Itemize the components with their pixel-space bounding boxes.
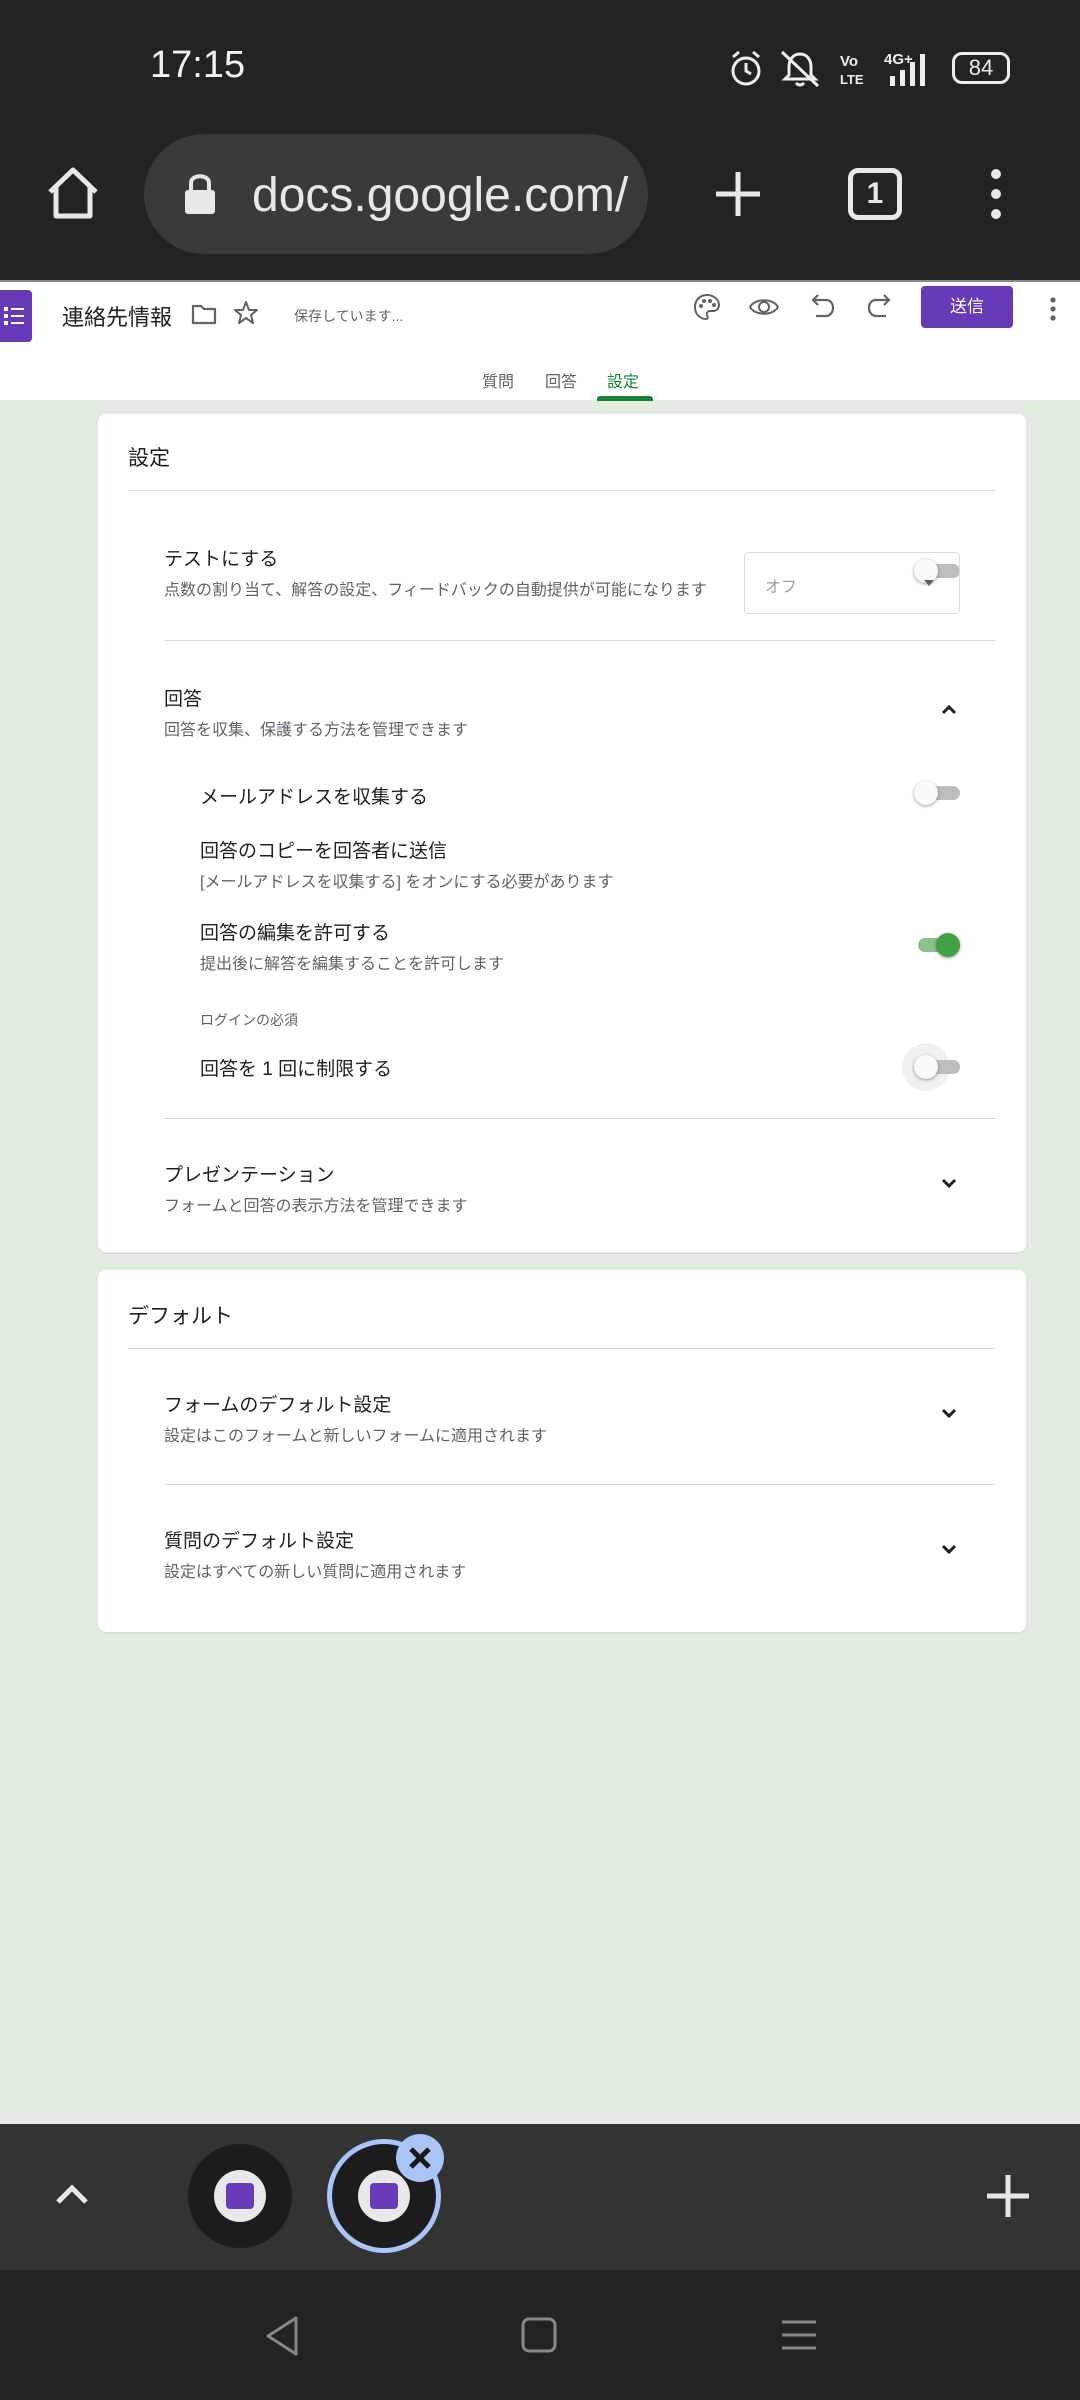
tab-switcher-button[interactable]: 1: [848, 168, 902, 220]
settings-card-title: 設定: [128, 447, 170, 470]
close-tab-button[interactable]: [396, 2134, 444, 2182]
alarm-icon: [731, 50, 761, 86]
responses-description: 回答を収集、保護する方法を管理できます: [164, 722, 469, 739]
forms-logo[interactable]: [0, 290, 32, 342]
allow-edit-toggle[interactable]: [914, 930, 960, 960]
allow-edit-label: 回答の編集を許可する: [200, 923, 391, 944]
palette-icon[interactable]: [692, 292, 722, 322]
quiz-description: 点数の割り当て、解答の設定、フィードバックの自動提供が可能になります: [164, 582, 707, 599]
chevron-down-icon[interactable]: [934, 1168, 964, 1198]
redo-icon[interactable]: [866, 294, 894, 320]
form-defaults-label: フォームのデフォルト設定: [164, 1395, 392, 1416]
responses-label: 回答: [164, 689, 203, 710]
tab-settings[interactable]: 設定: [607, 368, 639, 392]
forms-icon: [226, 2183, 254, 2209]
defaults-card: デフォルト フォームのデフォルト設定 設定はこのフォームと新しいフォームに適用さ…: [98, 1270, 1026, 1632]
chevron-down-icon[interactable]: [934, 1534, 964, 1564]
defaults-card-title: デフォルト: [128, 1305, 233, 1328]
forms-list-icon: [4, 307, 24, 325]
allow-edit-description: 提出後に解答を編集することを許可します: [200, 956, 505, 973]
tab-thumbnail[interactable]: [188, 2144, 292, 2248]
signal-4g-icon: 4G+: [884, 51, 925, 86]
divider: [128, 1348, 996, 1349]
undo-icon[interactable]: [808, 294, 836, 320]
dropdown-arrow-icon: [924, 580, 934, 586]
send-copy-label: 回答のコピーを回答者に送信: [200, 841, 448, 862]
question-defaults-description: 設定はすべての新しい質問に適用されます: [164, 1564, 467, 1581]
form-defaults-description: 設定はこのフォームと新しいフォームに適用されます: [164, 1428, 548, 1445]
svg-text:Vo: Vo: [840, 53, 858, 70]
send-button[interactable]: 送信: [921, 286, 1013, 328]
recents-menu-icon[interactable]: [778, 2314, 820, 2356]
tab-strip: [0, 2124, 1080, 2270]
question-defaults-label: 質問のデフォルト設定: [164, 1531, 355, 1552]
send-copy-description: [メールアドレスを収集する] をオンにする必要があります: [200, 874, 614, 891]
save-status: 保存しています...: [294, 308, 404, 324]
home-icon[interactable]: [44, 164, 102, 222]
lock-icon: [185, 174, 215, 214]
address-bar[interactable]: docs.google.com/: [144, 134, 648, 254]
presentation-label: プレゼンテーション: [164, 1165, 335, 1186]
status-time: 17:15: [150, 44, 246, 86]
collect-email-label: メールアドレスを収集する: [200, 787, 429, 808]
muted-bell-icon: [780, 50, 820, 88]
tab-questions[interactable]: 質問: [482, 368, 514, 392]
send-copy-select[interactable]: オフ: [744, 552, 960, 614]
volte-icon: Vo LTE: [840, 53, 864, 87]
svg-text:LTE: LTE: [840, 72, 864, 87]
divider: [164, 640, 996, 641]
more-options-icon[interactable]: [1046, 296, 1060, 322]
add-tab-icon[interactable]: [984, 2172, 1032, 2220]
send-copy-value: オフ: [765, 579, 798, 596]
svg-text:4G+: 4G+: [884, 51, 913, 68]
limit-one-toggle[interactable]: [902, 1043, 960, 1091]
battery-indicator: 84: [952, 52, 1010, 84]
close-icon: [409, 2147, 431, 2169]
home-nav-icon[interactable]: [518, 2314, 560, 2356]
collect-email-toggle[interactable]: [914, 778, 960, 808]
url-text: docs.google.com/: [252, 169, 629, 222]
chevron-up-icon[interactable]: [934, 694, 964, 724]
browser-chrome: 17:15 Vo LTE 4G+ 84 docs.google.com/ 1: [0, 0, 1080, 280]
divider: [128, 490, 996, 491]
settings-card: 設定 テストにする 点数の割り当て、解答の設定、フィードバックの自動提供が可能に…: [98, 414, 1026, 1252]
limit-one-label: 回答を 1 回に制限する: [200, 1059, 393, 1080]
forms-header: 連絡先情報 保存しています... 送信 質問 回答 設定: [0, 280, 1080, 401]
chevron-up-icon[interactable]: [50, 2172, 94, 2216]
preview-eye-icon[interactable]: [748, 294, 780, 320]
presentation-description: フォームと回答の表示方法を管理できます: [164, 1198, 468, 1215]
back-icon[interactable]: [262, 2314, 302, 2358]
overflow-menu-icon[interactable]: [982, 166, 1010, 222]
tab-responses[interactable]: 回答: [545, 368, 577, 392]
forms-icon: [370, 2183, 398, 2209]
star-icon[interactable]: [232, 299, 260, 327]
divider: [164, 1484, 996, 1485]
divider: [164, 1118, 996, 1119]
document-title[interactable]: 連絡先情報: [62, 300, 172, 332]
quiz-label: テストにする: [164, 549, 279, 570]
folder-icon[interactable]: [190, 300, 218, 328]
login-section-heading: ログインの必須: [200, 1012, 298, 1028]
chevron-down-icon[interactable]: [934, 1398, 964, 1428]
active-tab-indicator: [597, 396, 653, 401]
new-tab-icon[interactable]: [712, 168, 764, 220]
system-nav-bar: [0, 2270, 1080, 2400]
